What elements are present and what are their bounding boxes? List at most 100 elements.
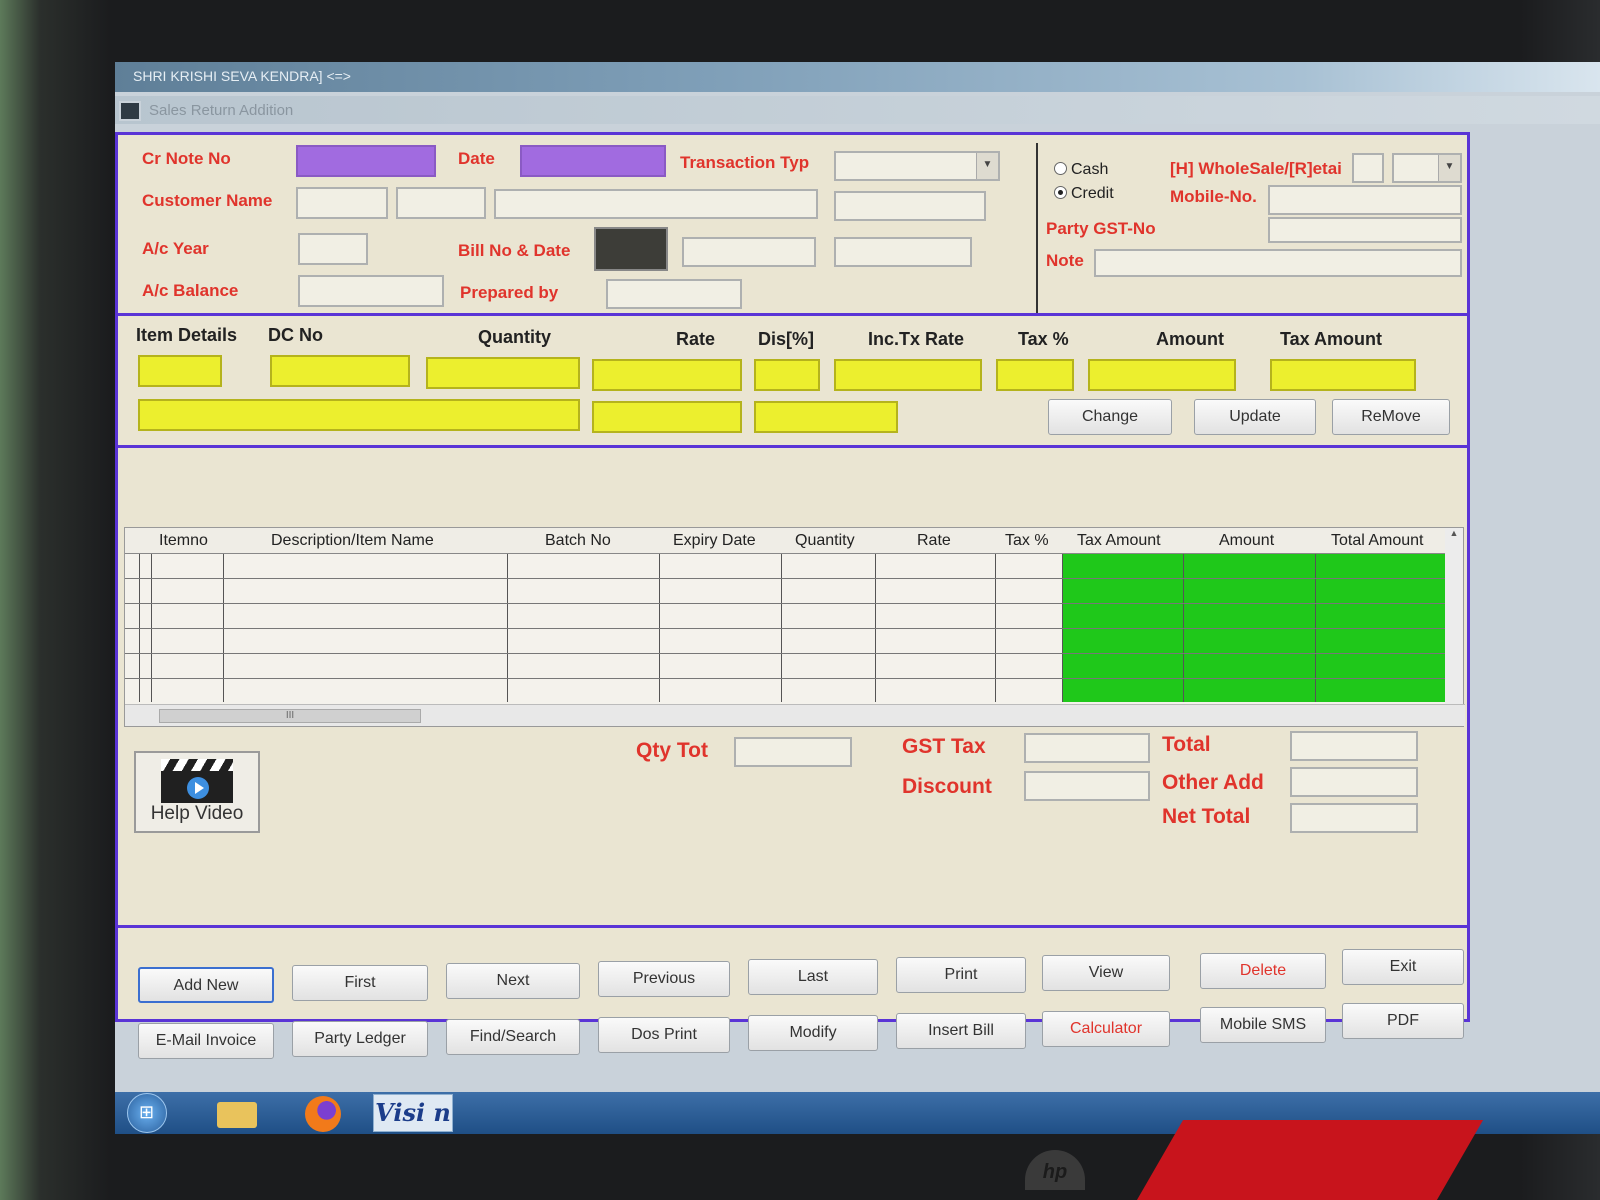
col-rate[interactable]: Rate	[917, 532, 951, 550]
calculator-button[interactable]: Calculator	[1042, 1011, 1170, 1047]
pdf-button[interactable]: PDF	[1342, 1003, 1464, 1039]
rate-field[interactable]	[592, 359, 742, 391]
tax-amount-field[interactable]	[1270, 359, 1416, 391]
first-button[interactable]: First	[292, 965, 428, 1001]
update-button[interactable]: Update	[1194, 399, 1316, 435]
party-ledger-button[interactable]: Party Ledger	[292, 1021, 428, 1057]
col-expiry-date[interactable]: Expiry Date	[673, 532, 756, 550]
sales-return-form: Cr Note No Date Transaction Typ ▼ Custom…	[115, 132, 1470, 1059]
col-description[interactable]: Description/Item Name	[271, 532, 434, 550]
expiry-field[interactable]	[754, 401, 898, 433]
bill-no-field[interactable]	[594, 227, 668, 271]
discount-percent-header: Dis[%]	[758, 329, 815, 349]
item-name-field[interactable]	[138, 399, 580, 431]
inc-tax-rate-field[interactable]	[834, 359, 982, 391]
form-titlebar: Sales Return Addition	[115, 96, 1600, 124]
discount-field-total[interactable]	[1024, 771, 1150, 801]
add-new-button[interactable]: Add New	[138, 967, 274, 1003]
firefox-icon[interactable]	[303, 1094, 343, 1132]
last-button[interactable]: Last	[748, 959, 878, 995]
mobile-sms-button[interactable]: Mobile SMS	[1200, 1007, 1326, 1043]
customer-code-field[interactable]	[296, 187, 388, 219]
other-add-label: Other Add	[1162, 771, 1264, 794]
dos-print-button[interactable]: Dos Print	[598, 1017, 730, 1053]
vision-app-taskbar-button[interactable]: Visi n	[373, 1094, 453, 1132]
cash-radio[interactable]: Cash	[1054, 161, 1108, 179]
date-field[interactable]	[520, 145, 666, 177]
col-batch-no[interactable]: Batch No	[545, 532, 611, 550]
chevron-down-icon[interactable]: ▼	[1438, 155, 1460, 181]
grid-header: Itemno Description/Item Name Batch No Ex…	[125, 528, 1463, 554]
scroll-up-icon[interactable]: ▲	[1450, 528, 1459, 538]
item-details-field[interactable]	[138, 355, 222, 387]
transaction-type-select[interactable]: ▼	[834, 151, 1000, 181]
col-tax-percent[interactable]: Tax %	[1005, 532, 1049, 550]
help-video-button[interactable]: Help Video	[134, 751, 260, 833]
radio-on-icon	[1054, 186, 1067, 199]
amount-field[interactable]	[1088, 359, 1236, 391]
col-tax-amount[interactable]: Tax Amount	[1077, 532, 1161, 550]
batch-field[interactable]	[592, 401, 742, 433]
grid-vertical-scrollbar[interactable]: ▲	[1445, 528, 1463, 704]
find-search-button[interactable]: Find/Search	[446, 1019, 580, 1055]
other-add-field[interactable]	[1290, 767, 1418, 797]
dc-no-field[interactable]	[270, 355, 410, 387]
grid-row-line	[125, 628, 1447, 629]
modify-button[interactable]: Modify	[748, 1015, 878, 1051]
insert-bill-button[interactable]: Insert Bill	[896, 1013, 1026, 1049]
ac-balance-field[interactable]	[298, 275, 444, 307]
file-explorer-icon[interactable]	[215, 1094, 259, 1132]
chevron-down-icon[interactable]: ▼	[976, 153, 998, 179]
windows-logo-icon: ⊞	[139, 1102, 155, 1122]
start-button[interactable]: ⊞	[127, 1093, 167, 1133]
cr-note-field[interactable]	[296, 145, 436, 177]
remove-button[interactable]: ReMove	[1332, 399, 1450, 435]
customer-name-field[interactable]	[494, 189, 818, 219]
tax-percent-header: Tax %	[1018, 329, 1069, 349]
party-gst-field[interactable]	[1268, 217, 1462, 243]
mobile-no-field[interactable]	[1268, 185, 1462, 215]
gst-tax-field[interactable]	[1024, 733, 1150, 763]
view-button[interactable]: View	[1042, 955, 1170, 991]
ac-year-field[interactable]	[298, 233, 368, 265]
help-video-label: Help Video	[150, 803, 244, 824]
prepared-by-field[interactable]	[606, 279, 742, 309]
quantity-field[interactable]	[426, 357, 580, 389]
items-grid[interactable]: Itemno Description/Item Name Batch No Ex…	[124, 527, 1465, 727]
qty-tot-field[interactable]	[734, 737, 852, 767]
delete-button[interactable]: Delete	[1200, 953, 1326, 989]
net-total-field[interactable]	[1290, 803, 1418, 833]
bill-date-field[interactable]	[682, 237, 816, 267]
email-invoice-button[interactable]: E-Mail Invoice	[138, 1023, 274, 1059]
col-total-amount[interactable]: Total Amount	[1331, 532, 1424, 550]
grid-horizontal-scrollbar[interactable]: III	[125, 704, 1465, 726]
screen: SHRI KRISHI SEVA KENDRA] <=> Sales Retur…	[115, 62, 1600, 1134]
next-button[interactable]: Next	[446, 963, 580, 999]
tax-percent-field[interactable]	[996, 359, 1074, 391]
total-field[interactable]	[1290, 731, 1418, 761]
transaction-type-label: Transaction Typ	[680, 153, 810, 172]
credit-radio[interactable]: Credit	[1054, 185, 1114, 203]
col-quantity[interactable]: Quantity	[795, 532, 855, 550]
section-divider-2	[118, 445, 1470, 448]
wholesale-retail-select[interactable]: ▼	[1392, 153, 1462, 183]
discount-field[interactable]	[754, 359, 820, 391]
section-divider-3	[118, 925, 1470, 928]
wholesale-retail-field[interactable]	[1352, 153, 1384, 183]
discount-label: Discount	[902, 775, 992, 798]
note-field[interactable]	[1094, 249, 1462, 277]
print-button[interactable]: Print	[896, 957, 1026, 993]
window-titlebar[interactable]: SHRI KRISHI SEVA KENDRA] <=>	[115, 62, 1600, 92]
date-label: Date	[458, 149, 495, 168]
change-button[interactable]: Change	[1048, 399, 1172, 435]
customer-code2-field[interactable]	[396, 187, 486, 219]
exit-button[interactable]: Exit	[1342, 949, 1464, 985]
col-amount[interactable]: Amount	[1219, 532, 1274, 550]
col-itemno[interactable]: Itemno	[159, 532, 208, 550]
bill-extra-field[interactable]	[834, 237, 972, 267]
radio-off-icon	[1054, 162, 1067, 175]
scroll-thumb[interactable]: III	[159, 709, 421, 723]
customer-extra-field[interactable]	[834, 191, 986, 221]
grid-row-line	[125, 653, 1447, 654]
previous-button[interactable]: Previous	[598, 961, 730, 997]
